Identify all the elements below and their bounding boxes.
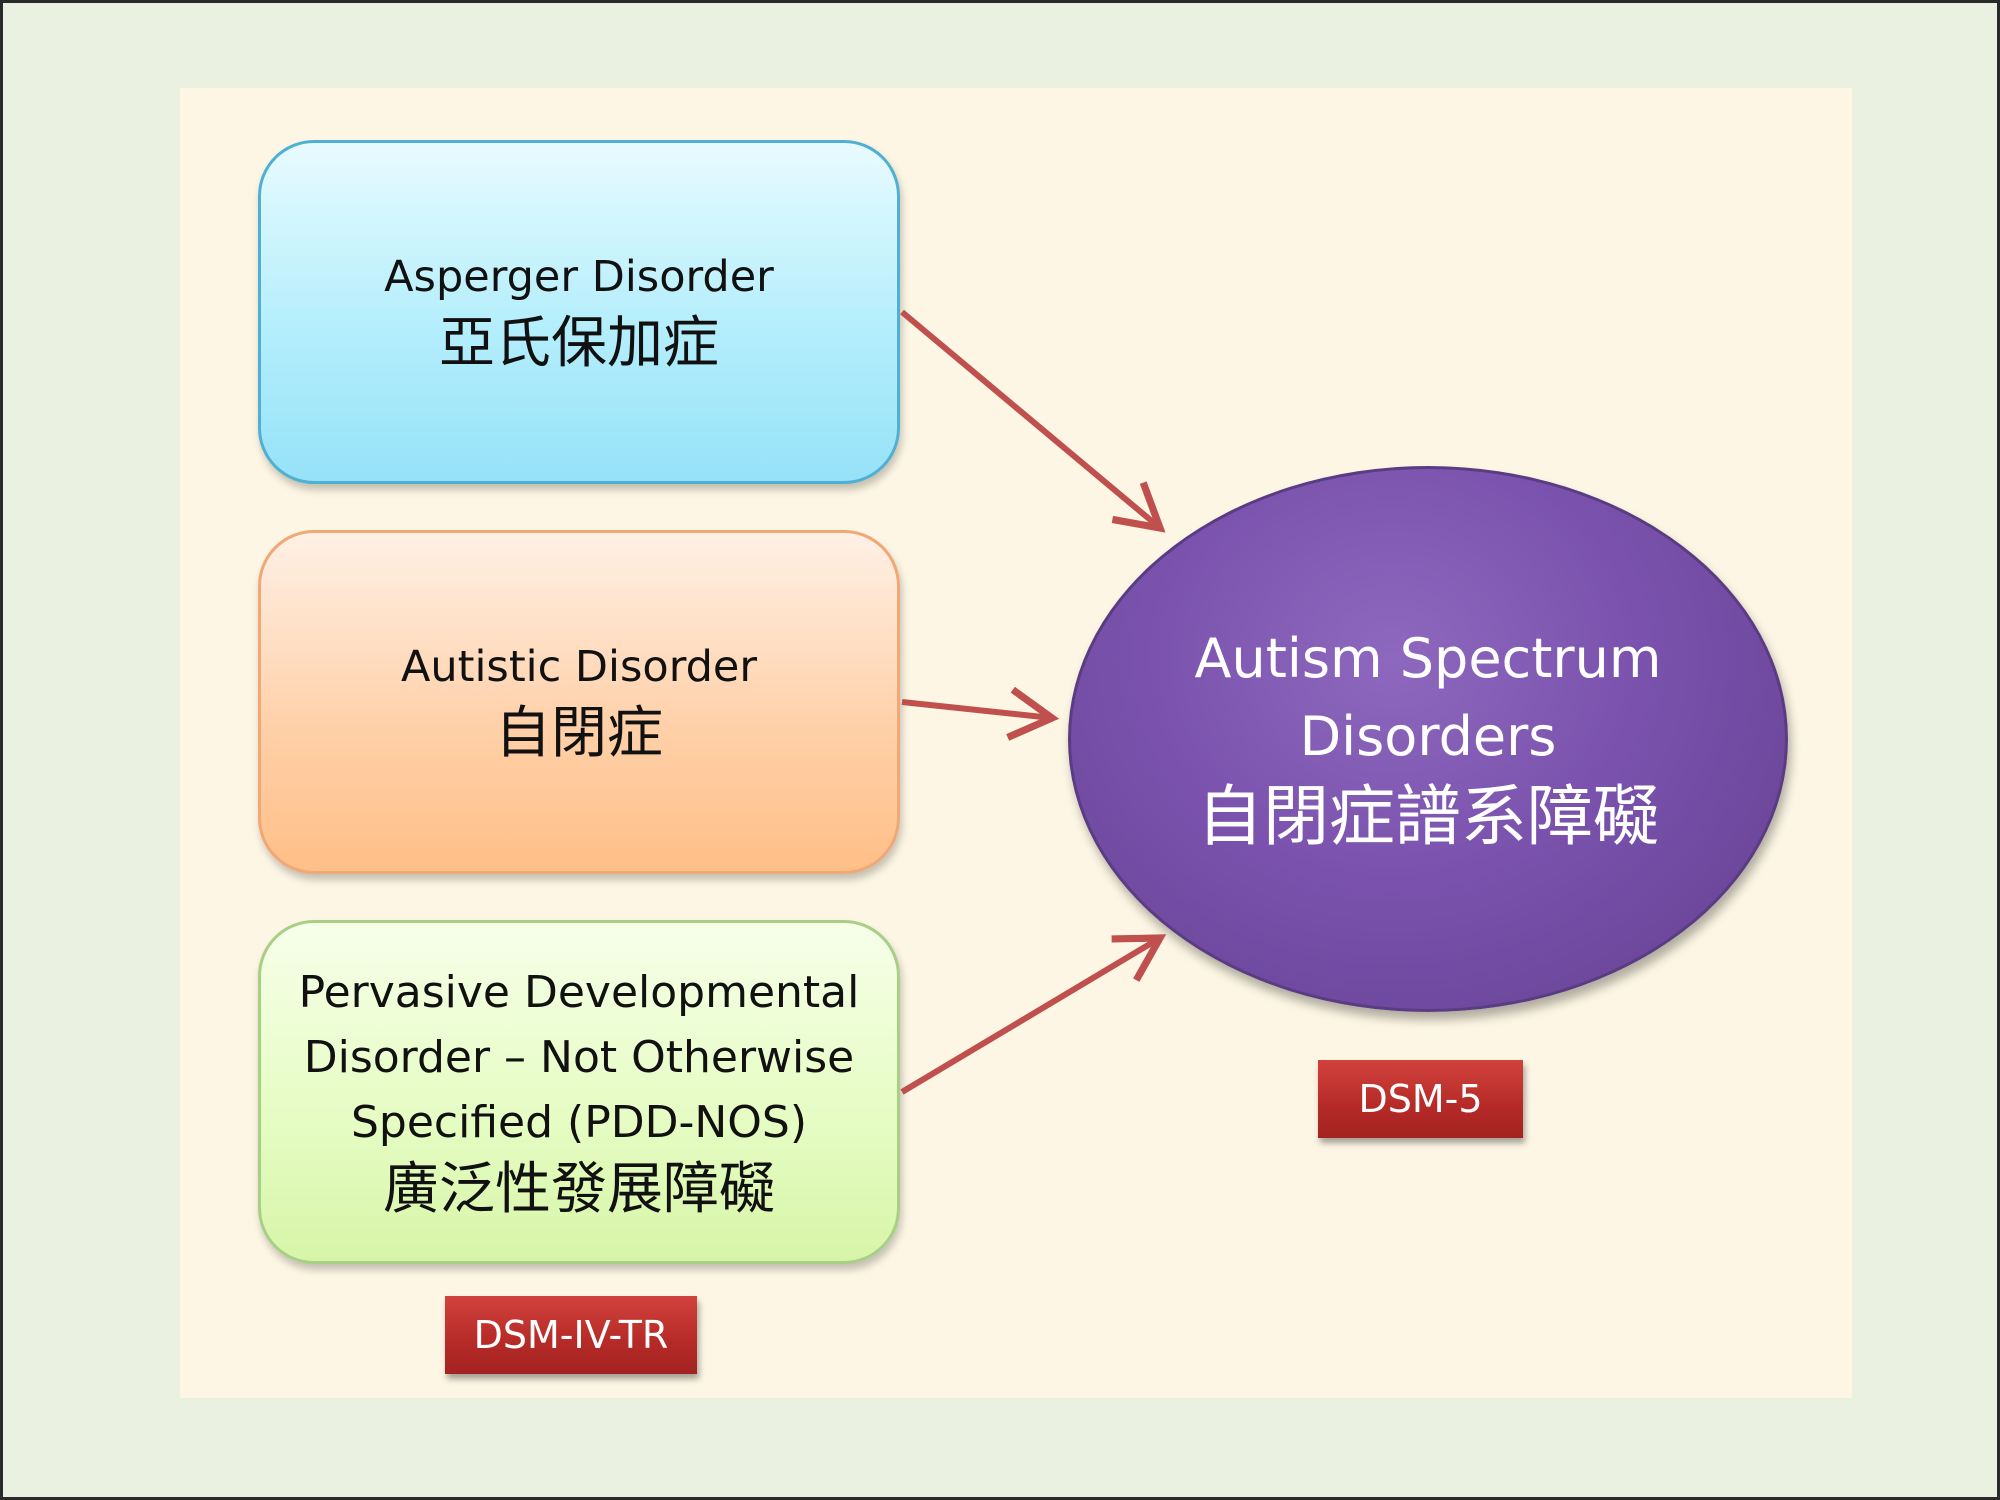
asd-label-line-1: Autism Spectrum — [1194, 627, 1662, 690]
dsm-5-tag: DSM-5 — [1318, 1060, 1523, 1138]
pdd-label-line-2: Disorder – Not Otherwise — [303, 1031, 855, 1083]
asperger-label-zh: 亞氏保加症 — [439, 311, 719, 376]
dsm-iv-tr-tag: DSM-IV-TR — [445, 1296, 697, 1374]
pdd-label-zh: 廣泛性發展障礙 — [383, 1156, 775, 1222]
autistic-label-en: Autistic Disorder — [400, 642, 758, 692]
pdd-label-line-3: Specified (PDD-NOS) — [350, 1096, 808, 1148]
pdd-label-line-1: Pervasive Developmental — [298, 966, 860, 1018]
autism-spectrum-disorders-ellipse: Autism Spectrum Disorders 自閉症譜系障礙 — [1068, 466, 1788, 1012]
pdd-nos-box: Pervasive Developmental Disorder – Not O… — [258, 920, 900, 1264]
autistic-label-zh: 自閉症 — [495, 701, 663, 766]
asd-label-line-2: Disorders — [1299, 705, 1557, 768]
asperger-label-en: Asperger Disorder — [384, 252, 774, 302]
autistic-disorder-box: Autistic Disorder 自閉症 — [258, 530, 900, 874]
asperger-disorder-box: Asperger Disorder 亞氏保加症 — [258, 140, 900, 484]
asd-label-zh: 自閉症譜系障礙 — [1197, 778, 1659, 855]
